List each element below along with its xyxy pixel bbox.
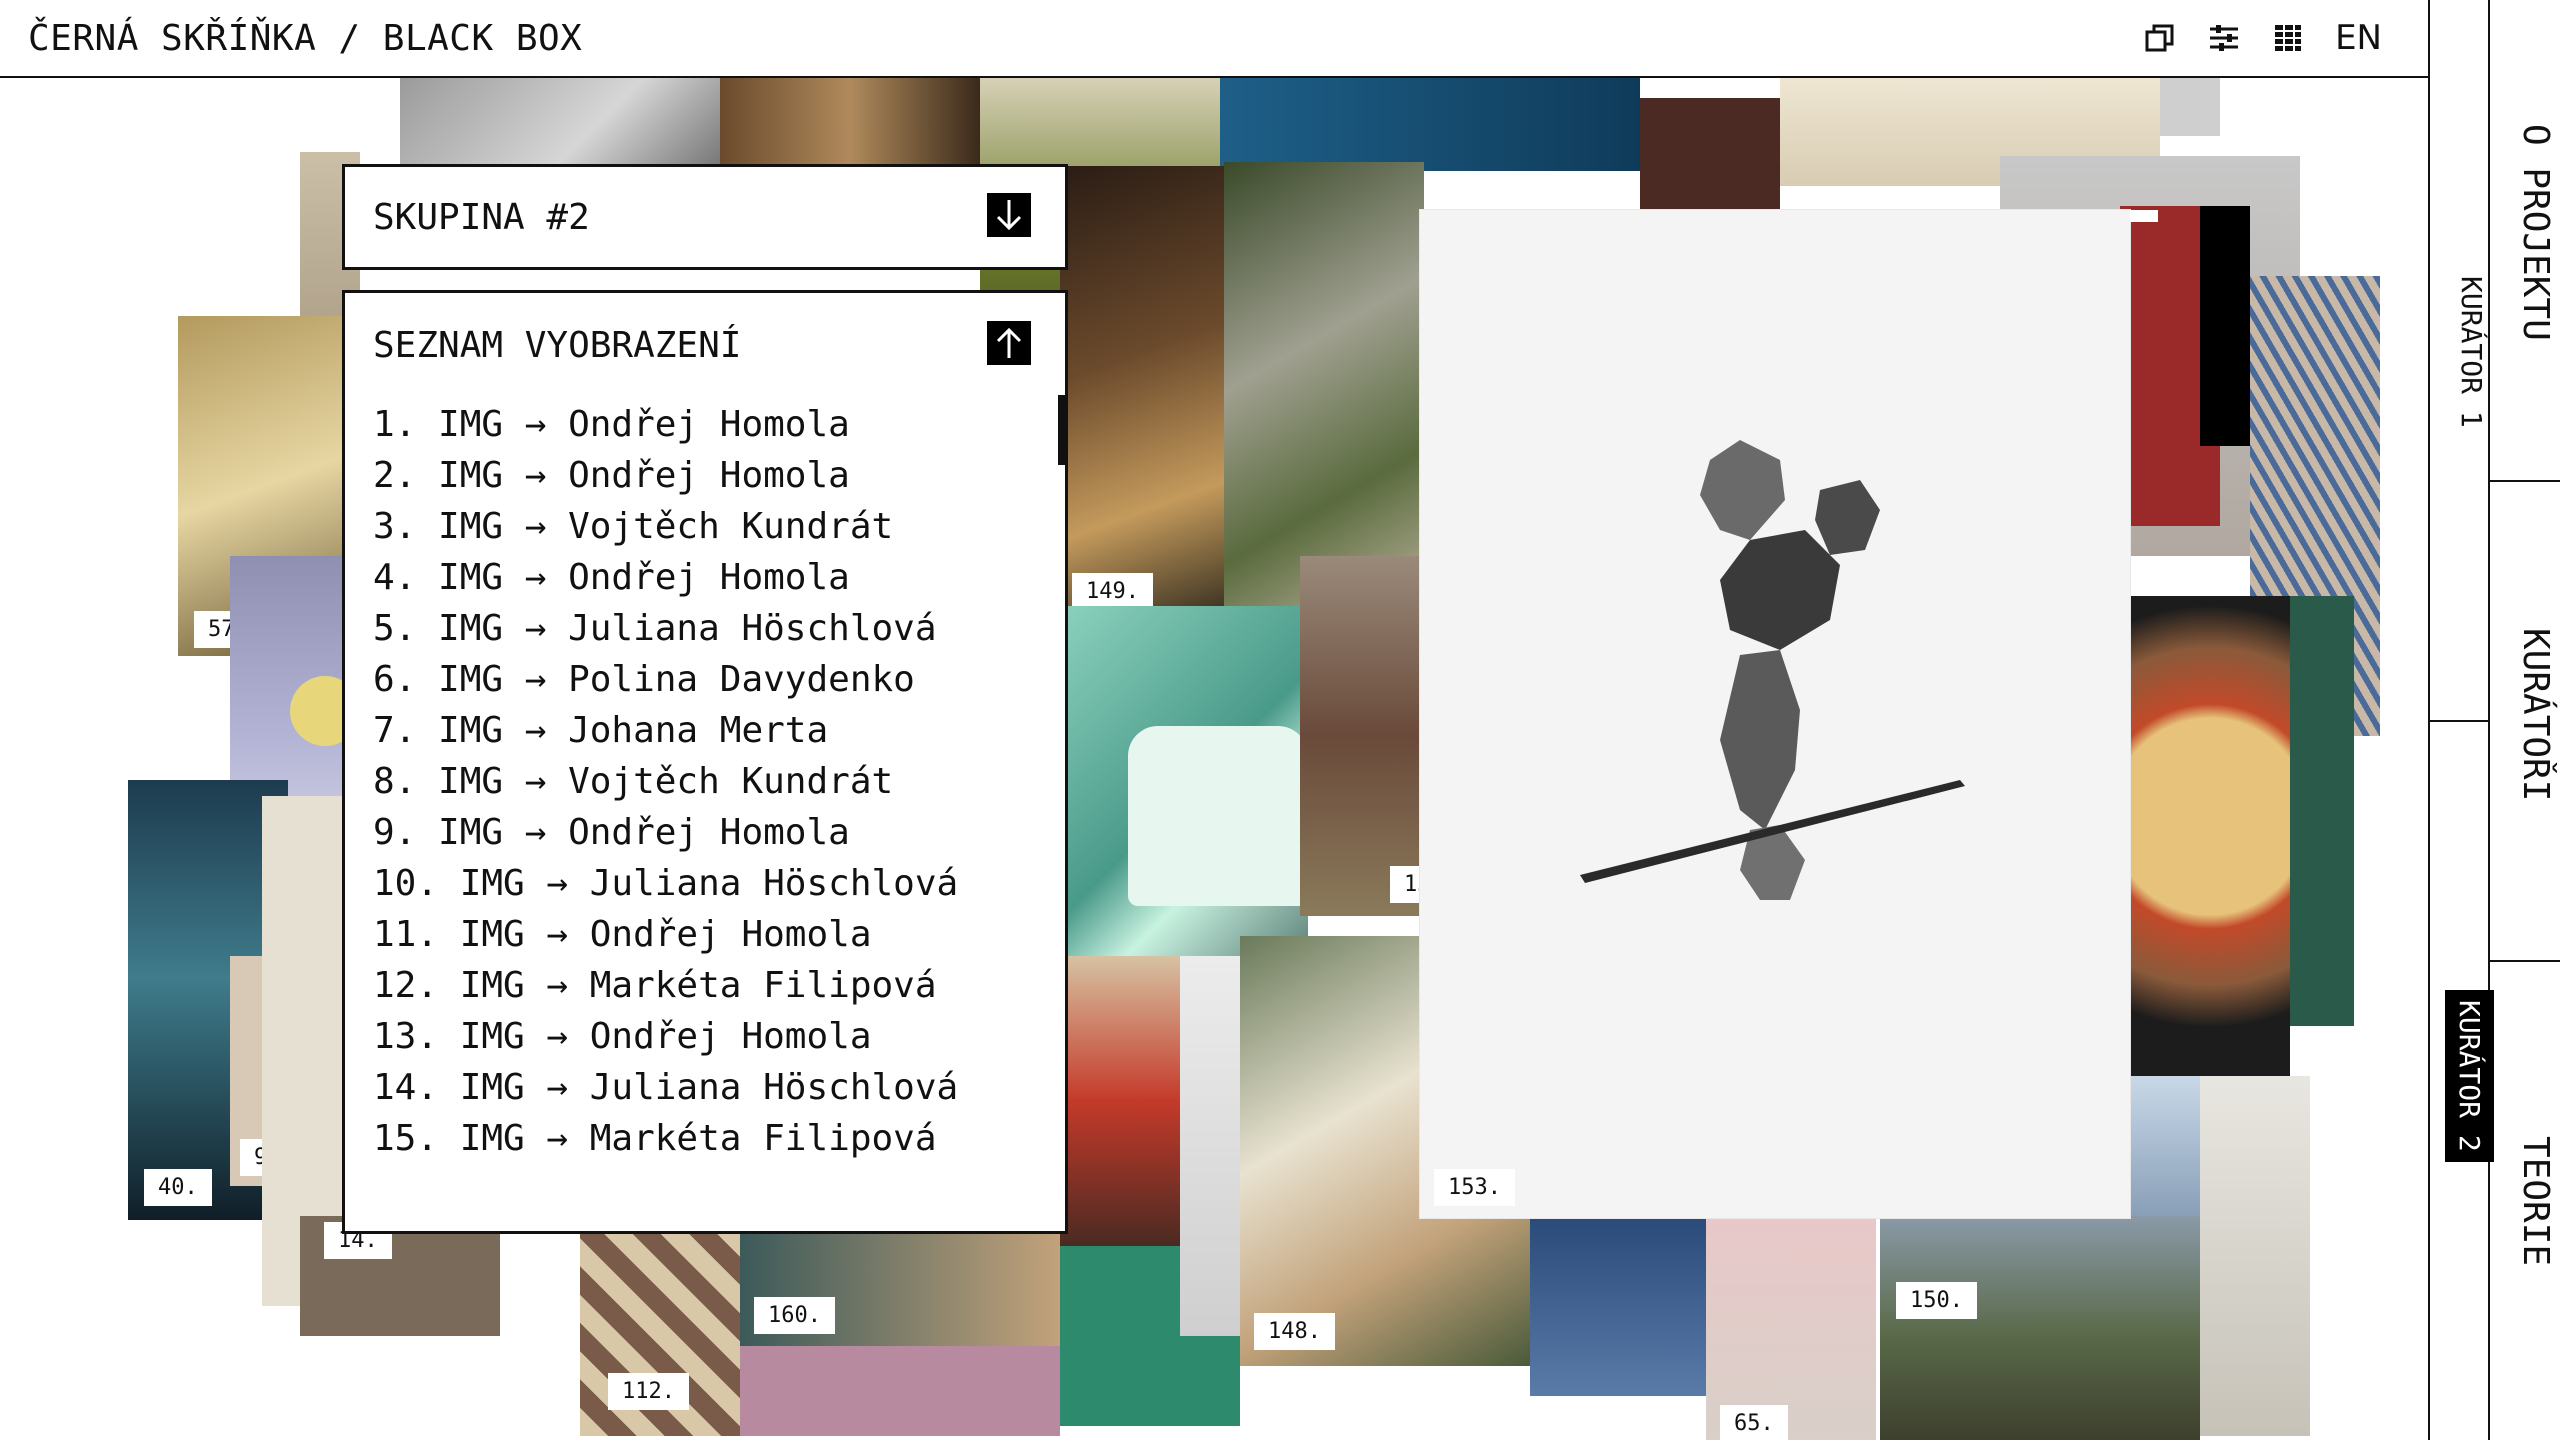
tile-label: 148.	[1254, 1313, 1335, 1350]
collage-tile[interactable]	[2200, 206, 2250, 446]
list-item[interactable]: 12. IMG → Markéta Filipová	[373, 964, 1013, 1008]
collage-tile[interactable]	[400, 76, 720, 166]
nav-divider	[2490, 960, 2560, 962]
nav-divider	[2428, 720, 2490, 722]
layers-icon[interactable]	[2143, 21, 2177, 55]
nav-curator-2[interactable]: KURÁTOR 2	[2432, 990, 2494, 1162]
collage-tile[interactable]	[1224, 162, 1424, 622]
list-item[interactable]: 4. IMG → Ondřej Homola	[373, 556, 1013, 600]
arrow-up-icon	[996, 327, 1022, 358]
nav-curators[interactable]: KURÁTOŘI	[2496, 628, 2556, 801]
car-shape	[1128, 726, 1308, 906]
tile-label: 149.	[1072, 573, 1153, 610]
grid-icon[interactable]	[2271, 21, 2305, 55]
collage-tile[interactable]	[720, 76, 980, 166]
tile-label: 40.	[144, 1169, 212, 1206]
image-list-panel: SEZNAM VYOBRAZENÍ 1. IMG → Ondřej Homola…	[342, 290, 1068, 1234]
collage-tile[interactable]: 14.	[300, 1216, 500, 1336]
nav-curator-1[interactable]: KURÁTOR 1	[2434, 276, 2488, 428]
group-title: SKUPINA #2	[373, 197, 590, 238]
selected-artwork[interactable]: 153.	[1420, 210, 2158, 1218]
list-item[interactable]: 6. IMG → Polina Davydenko	[373, 658, 1013, 702]
arrow-down-icon	[996, 200, 1022, 231]
top-bar: ČERNÁ SKŘÍŇKA / BLACK BOX EN	[0, 0, 2428, 78]
tile-label: 150.	[1896, 1282, 1977, 1319]
collage-tile[interactable]	[1530, 1216, 1706, 1396]
collage-tile[interactable]	[2130, 596, 2290, 1086]
tile-label: 15	[1390, 866, 1420, 903]
list-item[interactable]: 13. IMG → Ondřej Homola	[373, 1015, 1013, 1059]
list-item[interactable]: 3. IMG → Vojtěch Kundrát	[373, 505, 1013, 549]
side-navigation: O PROJEKTU KURÁTOR 1 KURÁTOŘI KURÁTOR 2 …	[2428, 0, 2560, 1440]
active-tab-badge: KURÁTOR 2	[2445, 990, 2494, 1162]
site-title[interactable]: ČERNÁ SKŘÍŇKA / BLACK BOX	[28, 18, 582, 59]
collage-tile[interactable]	[2200, 1076, 2310, 1436]
nav-about-project[interactable]: O PROJEKTU	[2496, 124, 2556, 341]
artwork-drawing	[1580, 440, 1965, 900]
image-list: 1. IMG → Ondřej Homola 2. IMG → Ondřej H…	[373, 403, 1013, 1168]
toolbar: EN	[2143, 18, 2382, 58]
list-scrollbar[interactable]	[1058, 395, 1066, 465]
list-item[interactable]: 9. IMG → Ondřej Homola	[373, 811, 1013, 855]
collage-tile[interactable]: 65.	[1706, 1216, 1876, 1440]
list-item[interactable]: 8. IMG → Vojtěch Kundrát	[373, 760, 1013, 804]
group-panel: SKUPINA #2	[342, 164, 1068, 270]
list-item[interactable]: 15. IMG → Markéta Filipová	[373, 1117, 1013, 1161]
list-item[interactable]: 5. IMG → Juliana Höschlová	[373, 607, 1013, 651]
list-item[interactable]: 1. IMG → Ondřej Homola	[373, 403, 1013, 447]
collage-tile[interactable]	[1220, 76, 1640, 171]
collage-tile[interactable]: 150.	[1880, 1216, 2200, 1440]
tile-label: 153.	[1434, 1169, 1515, 1206]
list-item[interactable]: 14. IMG → Juliana Höschlová	[373, 1066, 1013, 1110]
list-title: SEZNAM VYOBRAZENÍ	[373, 325, 742, 366]
tile-label: 160.	[754, 1297, 835, 1334]
list-item[interactable]: 7. IMG → Johana Merta	[373, 709, 1013, 753]
collage-tile[interactable]: 160.	[740, 1216, 1060, 1346]
collage-tile[interactable]	[2290, 596, 2354, 1026]
collage-tile[interactable]	[740, 1346, 1060, 1436]
collage-tile[interactable]: 15	[1300, 556, 1420, 916]
list-item[interactable]: 10. IMG → Juliana Höschlová	[373, 862, 1013, 906]
tile-label: 65.	[1720, 1405, 1788, 1440]
collapse-list-button[interactable]	[987, 321, 1031, 365]
nav-theory[interactable]: TEORIE	[2496, 1136, 2556, 1266]
nav-divider	[2490, 480, 2560, 482]
language-switch[interactable]: EN	[2335, 18, 2382, 58]
list-item[interactable]: 11. IMG → Ondřej Homola	[373, 913, 1013, 957]
list-item[interactable]: 2. IMG → Ondřej Homola	[373, 454, 1013, 498]
collage-tile[interactable]	[2160, 76, 2220, 136]
sliders-icon[interactable]	[2207, 21, 2241, 55]
tile-label: 112.	[608, 1373, 689, 1410]
expand-group-button[interactable]	[987, 193, 1031, 237]
